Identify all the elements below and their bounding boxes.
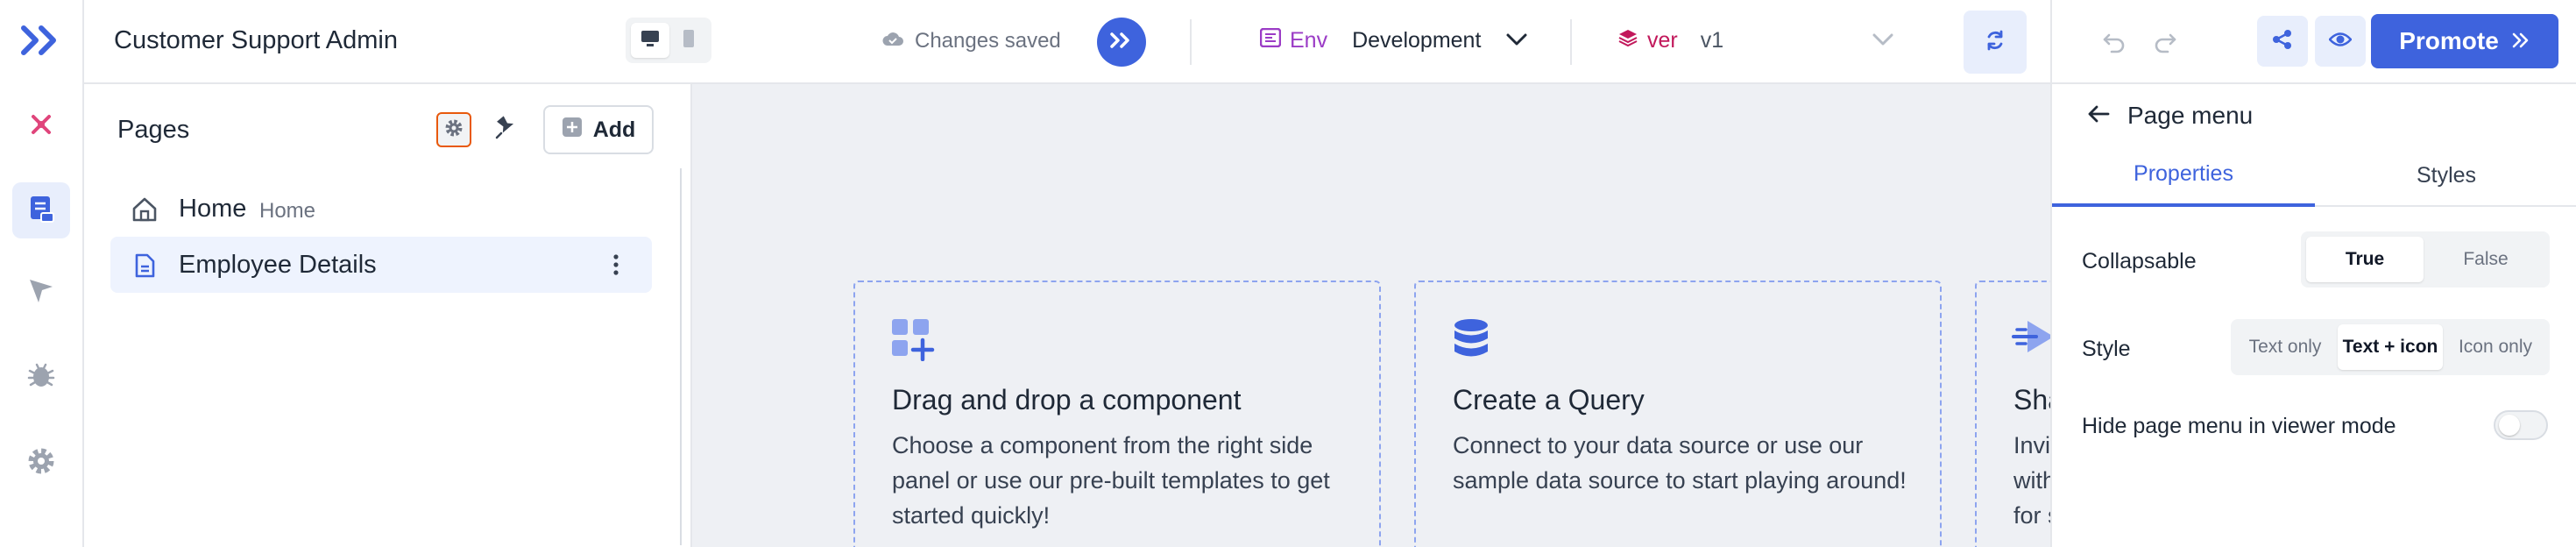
database-icon [1451,317,1491,364]
pages-panel: Pages Add Home Home Employee Details [84,84,692,547]
rail-debugger-button[interactable] [12,349,70,405]
promote-label: Promote [2399,27,2499,54]
layers-icon [1617,28,1638,53]
cursor-icon [26,276,56,310]
card-title: Drag and drop a component [892,384,1242,416]
desktop-view-button[interactable] [631,23,669,58]
device-toggle [626,18,711,63]
style-text-only-option[interactable]: Text only [2236,324,2334,370]
top-bar-actions: Promote [2050,0,2576,84]
card-description: Invi with for s [2013,432,2050,529]
cloud-icon [881,29,904,53]
switch-knob [2499,415,2520,436]
version-value: v1 [1700,28,1724,53]
page-settings-button[interactable] [436,112,471,147]
bug-icon [29,112,53,141]
hide-menu-switch[interactable] [2494,410,2548,440]
top-bar: Customer Support Admin Changes saved Env… [84,0,2050,84]
tab-styles[interactable]: Styles [2315,144,2576,207]
card-title: Create a Query [1453,384,1645,416]
pages-title: Pages [117,116,190,144]
share-send-icon [2012,317,2050,360]
redo-icon[interactable] [2152,28,2178,59]
collapsable-false-option[interactable]: False [2427,237,2544,282]
card-description: Connect to your data source or use our s… [1453,432,1907,494]
promote-button[interactable]: Promote [2371,14,2558,68]
home-icon [131,196,158,227]
preview-button[interactable] [2315,16,2366,67]
style-toggle: Text only Text + icon Icon only [2231,319,2550,375]
properties-tabs: Properties Styles [2052,144,2576,207]
back-button[interactable]: Page menu [2087,102,2253,130]
logo-icon[interactable] [21,25,61,60]
page-name: Employee Details [179,250,377,279]
eye-icon [2328,30,2353,53]
style-icon-only-option[interactable]: Icon only [2446,324,2544,370]
pages-icon [26,194,56,228]
desktop-icon [640,29,660,53]
card-description: Choose a component from the right side p… [892,432,1330,529]
env-icon [1259,27,1282,53]
card-title: Sha [2013,384,2050,416]
sync-icon [1984,29,2006,56]
panel-title: Page menu [2127,102,2254,129]
page-handle: Home [259,199,316,223]
version-selector[interactable]: ver v1 [1617,28,1723,53]
more-vertical-icon[interactable] [612,252,620,281]
debugger-icon [26,360,56,394]
rail-bug-button[interactable] [12,98,70,154]
pin-icon[interactable] [494,114,519,145]
sync-button[interactable] [1964,11,2027,74]
undo-icon[interactable] [2101,28,2127,59]
rail-settings-button[interactable] [12,435,70,491]
canvas[interactable]: Drag and drop a component Choose a compo… [692,84,2050,547]
save-status: Changes saved [881,29,1061,53]
version-label: ver [1647,28,1678,53]
rail-inspector-button[interactable] [12,265,70,321]
left-icon-rail [0,0,84,547]
divider [1190,19,1192,65]
add-page-label: Add [592,117,636,142]
chevron-down-icon[interactable] [1872,32,1894,52]
add-page-button[interactable]: Add [543,105,654,154]
env-label: Env [1290,28,1328,53]
empty-state-card[interactable]: Create a Query Connect to your data sour… [1414,281,1942,547]
empty-state-card[interactable]: Drag and drop a component Choose a compo… [853,281,1381,547]
share-icon [2271,28,2294,55]
divider [1570,19,1572,65]
mobile-icon [683,29,695,53]
chevron-down-icon[interactable] [1505,32,1528,52]
collapsable-label: Collapsable [2082,249,2197,274]
double-chevron-right-icon [2511,27,2530,55]
page-list-item[interactable]: Home Home [110,181,652,237]
document-icon [131,252,158,283]
settings-icon [26,446,56,480]
rail-pages-button[interactable] [12,182,70,238]
env-value: Development [1352,28,1482,53]
forward-icon [1109,31,1134,54]
save-status-text: Changes saved [915,29,1061,53]
environment-selector[interactable]: Env Development [1259,27,1482,53]
collapsable-true-option[interactable]: True [2306,237,2424,282]
share-button[interactable] [2257,16,2308,67]
pages-scrollbar[interactable] [680,168,682,545]
style-label: Style [2082,337,2131,361]
components-icon [890,317,936,366]
plus-square-icon [562,117,583,144]
style-text-icon-option[interactable]: Text + icon [2338,324,2443,370]
empty-state-card[interactable]: Sha Invi with for s [1975,281,2050,547]
forward-button[interactable] [1097,18,1146,67]
app-title[interactable]: Customer Support Admin [114,26,398,55]
properties-panel: Page menu Properties Styles Collapsable … [2050,84,2576,547]
hide-menu-label: Hide page menu in viewer mode [2082,414,2396,438]
tab-properties[interactable]: Properties [2052,144,2315,207]
collapsable-toggle: True False [2301,231,2550,288]
gear-icon [444,118,464,142]
arrow-left-icon [2087,102,2110,130]
mobile-view-button[interactable] [669,23,708,58]
page-list-item[interactable]: Employee Details [110,237,652,293]
page-name: Home [179,194,247,223]
